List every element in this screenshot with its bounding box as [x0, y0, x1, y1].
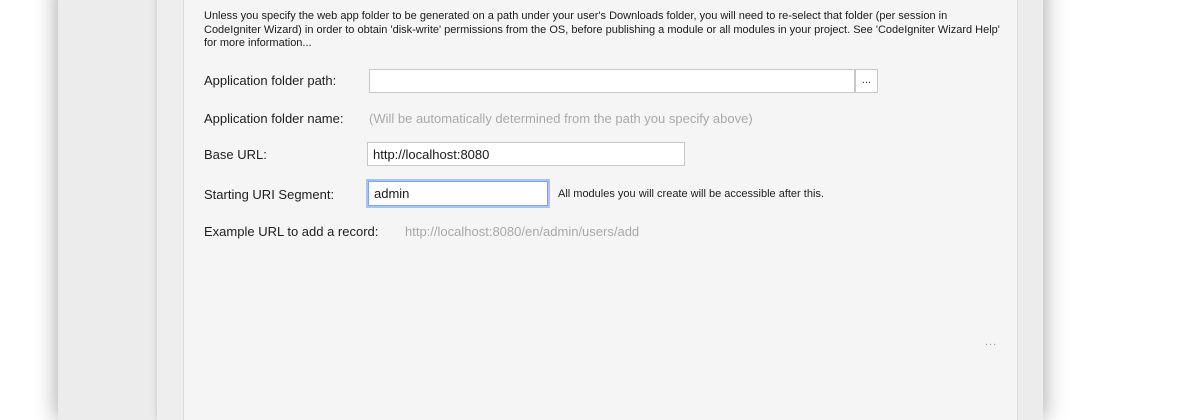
window-resize-dots: ...: [985, 336, 998, 348]
base-url-input[interactable]: [367, 142, 685, 166]
base-url-label: Base URL:: [204, 147, 267, 162]
app-folder-path-input[interactable]: [369, 69, 855, 93]
example-url-value: http://localhost:8080/en/admin/users/add: [405, 224, 640, 239]
desktop-background: ...: [0, 0, 1200, 420]
starting-uri-segment-input[interactable]: [368, 181, 548, 206]
app-window: [58, 0, 1043, 420]
intro-note: Unless you specify the web app folder to…: [204, 10, 1000, 49]
browse-folder-button[interactable]: ...: [855, 69, 878, 93]
starting-uri-segment-label: Starting URI Segment:: [204, 187, 335, 202]
app-folder-name-label: Application folder name:: [204, 111, 344, 126]
example-url-label: Example URL to add a record:: [204, 224, 379, 239]
app-folder-name-hint: (Will be automatically determined from t…: [369, 111, 753, 126]
app-folder-path-label: Application folder path:: [204, 73, 337, 88]
starting-uri-segment-hint: All modules you will create will be acce…: [558, 188, 824, 200]
settings-sheet: [157, 0, 1018, 420]
settings-panel: [183, 0, 1018, 420]
